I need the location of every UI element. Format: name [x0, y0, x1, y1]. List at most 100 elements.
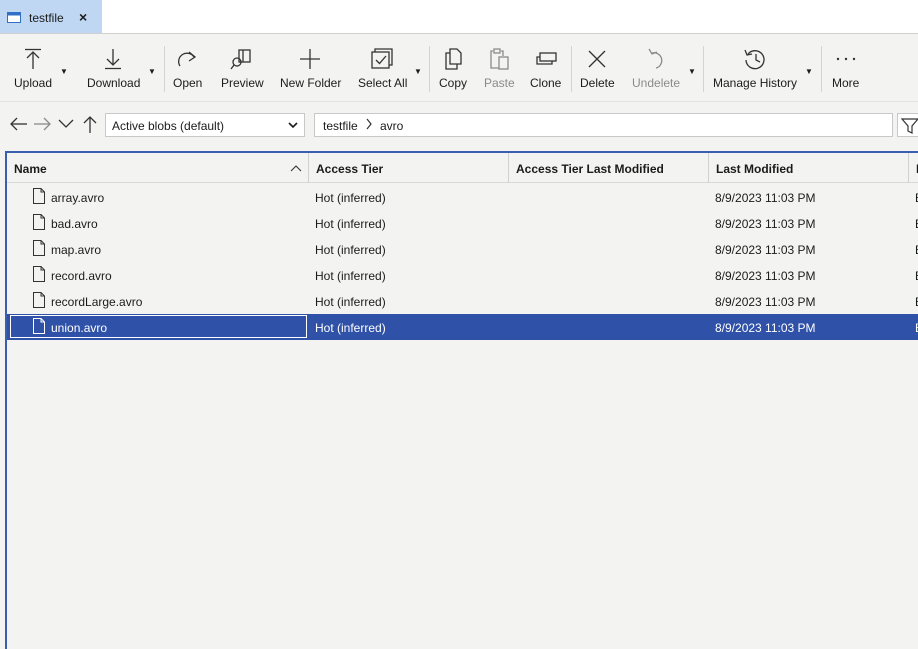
file-icon: [33, 318, 45, 334]
column-header-access-tier-last-modified-label: Access Tier Last Modified: [516, 162, 664, 176]
container-icon: [7, 12, 21, 23]
cell-access-tier: Hot (inferred): [315, 191, 386, 205]
upload-button[interactable]: Upload: [10, 34, 60, 102]
cell-last-modified: 8/9/2023 11:03 PM: [715, 243, 816, 257]
table-row[interactable]: union.avro Hot (inferred) 8/9/2023 11:03 P…: [7, 314, 918, 340]
sort-ascending-chevron-icon: [290, 165, 302, 172]
breadcrumb-item-avro[interactable]: avro: [380, 119, 403, 133]
upload-dropdown-icon[interactable]: ▼: [60, 67, 68, 76]
open-label: Open: [173, 76, 203, 90]
undo-icon: [648, 48, 663, 69]
select-all-icon: [371, 48, 393, 69]
table-row[interactable]: recordLarge.avro Hot (inferred) 8/9/2023 1…: [7, 288, 918, 314]
preview-icon: [230, 49, 251, 70]
cell-access-tier: Hot (inferred): [315, 321, 386, 335]
download-button[interactable]: Download: [84, 34, 146, 102]
upload-icon: [25, 48, 41, 69]
back-arrow-icon[interactable]: [9, 115, 29, 133]
column-header-name[interactable]: Name: [7, 153, 309, 183]
cell-name: bad.avro: [51, 217, 98, 231]
undelete-button[interactable]: Undelete: [630, 34, 684, 102]
cell-name: map.avro: [51, 243, 102, 257]
tab-testfile[interactable]: testfile ×: [0, 0, 102, 33]
more-ellipsis-icon: [836, 57, 856, 61]
column-header-name-label: Name: [14, 162, 47, 176]
preview-button[interactable]: Preview: [218, 34, 266, 102]
clone-icon: [536, 52, 557, 65]
file-icon: [33, 188, 45, 204]
tab-close-icon[interactable]: ×: [79, 9, 87, 25]
table-row[interactable]: array.avro Hot (inferred) 8/9/2023 11:03 P…: [7, 184, 918, 210]
history-icon: [744, 49, 765, 70]
file-icon: [33, 292, 45, 308]
clone-button[interactable]: Clone: [528, 34, 566, 102]
manage-history-button[interactable]: Manage History: [711, 34, 803, 102]
open-button[interactable]: Open: [170, 34, 206, 102]
more-button[interactable]: More: [828, 34, 864, 102]
more-label: More: [832, 76, 860, 90]
delete-button[interactable]: Delete: [578, 34, 618, 102]
tab-title: testfile: [29, 11, 64, 25]
toolbar-divider: [821, 46, 822, 92]
cell-last-modified: 8/9/2023 11:03 PM: [715, 217, 816, 231]
copy-label: Copy: [439, 76, 468, 90]
forward-arrow-icon[interactable]: [32, 115, 52, 133]
view-mode-value: Active blobs (default): [112, 119, 225, 133]
new-folder-button[interactable]: New Folder: [278, 34, 344, 102]
cell-access-tier: Hot (inferred): [315, 243, 386, 257]
column-header-access-tier[interactable]: Access Tier: [309, 153, 509, 183]
undelete-label: Undelete: [632, 76, 681, 90]
download-label: Download: [87, 76, 141, 90]
navigation-bar: Active blobs (default) testfile avro: [0, 102, 918, 148]
column-header-access-tier-label: Access Tier: [316, 162, 384, 176]
delete-x-icon: [588, 50, 606, 68]
column-header-access-tier-last-modified[interactable]: Access Tier Last Modified: [509, 153, 709, 183]
column-header-last-modified[interactable]: Last Modified: [709, 153, 909, 183]
cell-name: record.avro: [51, 269, 112, 283]
select-all-dropdown-icon[interactable]: ▼: [414, 67, 422, 76]
recent-locations-chevron-icon[interactable]: [56, 115, 76, 133]
cell-name: recordLarge.avro: [51, 295, 143, 309]
file-icon: [33, 240, 45, 256]
upload-label: Upload: [14, 76, 53, 90]
new-folder-label: New Folder: [280, 76, 342, 90]
view-mode-select[interactable]: Active blobs (default): [105, 113, 305, 137]
delete-label: Delete: [580, 76, 615, 90]
cell-name: union.avro: [51, 321, 108, 335]
toolbar-divider: [429, 46, 430, 92]
blob-list-grid[interactable]: Name Access Tier Access Tier Last Modifi…: [5, 151, 918, 649]
preview-label: Preview: [221, 76, 264, 90]
paste-button[interactable]: Paste: [482, 34, 518, 102]
select-all-button[interactable]: Select All: [356, 34, 410, 102]
download-dropdown-icon[interactable]: ▼: [148, 67, 156, 76]
table-row[interactable]: record.avro Hot (inferred) 8/9/2023 11:03 …: [7, 262, 918, 288]
cell-access-tier: Hot (inferred): [315, 217, 386, 231]
breadcrumb[interactable]: testfile avro: [314, 113, 893, 137]
cell-last-modified: 8/9/2023 11:03 PM: [715, 295, 816, 309]
chevron-down-icon: [288, 122, 298, 129]
toolbar-divider: [164, 46, 165, 92]
table-row[interactable]: bad.avroHot (inferred)8/9/2023 11:03 PMB: [7, 210, 918, 236]
manage-history-label: Manage History: [713, 76, 798, 90]
cell-access-tier: Hot (inferred): [315, 295, 386, 309]
cell-access-tier: Hot (inferred): [315, 269, 386, 283]
column-header-overflow[interactable]: B: [909, 153, 918, 183]
toolbar: Upload ▼ Download ▼ Open Preview New Fol…: [0, 34, 918, 102]
up-arrow-icon[interactable]: [80, 115, 100, 133]
copy-icon: [445, 48, 462, 70]
clone-label: Clone: [530, 76, 562, 90]
manage-history-dropdown-icon[interactable]: ▼: [805, 67, 813, 76]
copy-button[interactable]: Copy: [436, 34, 472, 102]
undelete-dropdown-icon[interactable]: ▼: [688, 67, 696, 76]
filter-button[interactable]: [897, 113, 918, 137]
download-icon: [105, 49, 121, 70]
table-row[interactable]: map.avroHot (inferred)8/9/2023 11:03 PMB: [7, 236, 918, 262]
select-all-label: Select All: [358, 76, 408, 90]
cell-last-modified: 8/9/2023 11:03 PM: [715, 321, 816, 335]
chevron-right-icon: [366, 118, 372, 130]
breadcrumb-item-testfile[interactable]: testfile: [323, 119, 358, 133]
toolbar-divider: [703, 46, 704, 92]
open-redo-icon: [178, 51, 197, 67]
grid-header: Name Access Tier Access Tier Last Modifi…: [7, 153, 918, 183]
column-header-last-modified-label: Last Modified: [716, 162, 794, 176]
